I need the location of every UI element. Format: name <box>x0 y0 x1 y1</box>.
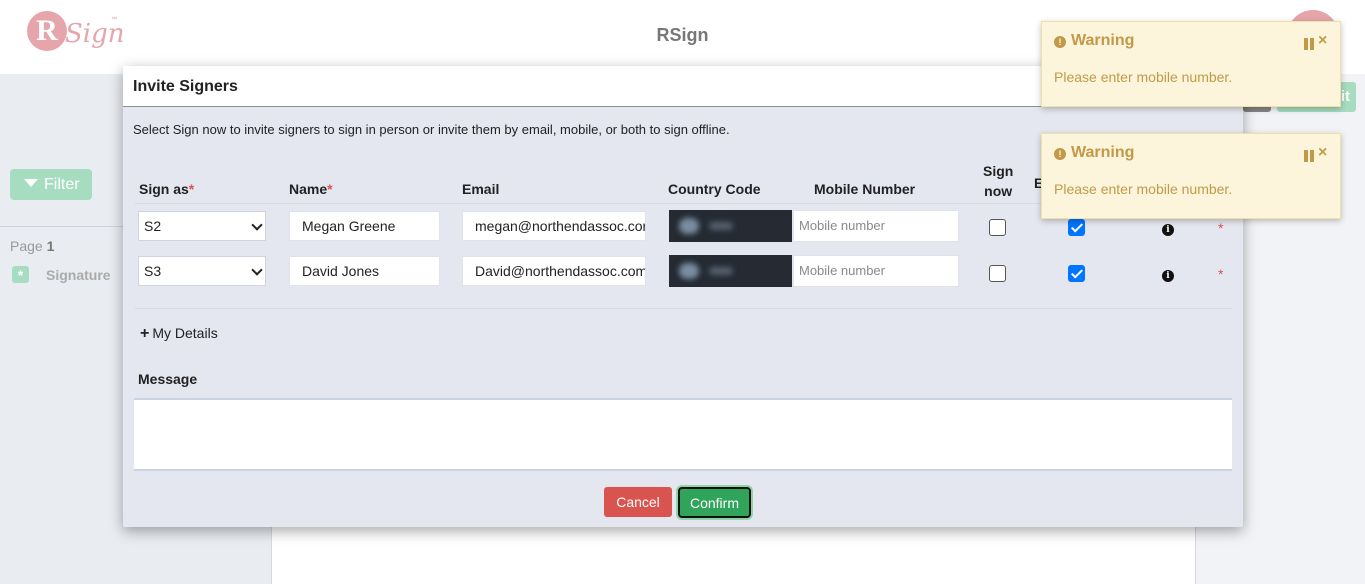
sign-as-select[interactable]: S2 <box>138 211 266 241</box>
signature-field-label[interactable]: Signature <box>46 267 111 283</box>
logo-trademark: ™ <box>111 17 117 23</box>
required-marker: * <box>327 181 333 197</box>
required-marker: * <box>188 181 195 197</box>
name-input[interactable]: Megan Greene <box>289 211 440 241</box>
close-icon[interactable]: × <box>1318 144 1327 162</box>
flag-icon <box>679 263 699 279</box>
toast-title: Warning <box>1071 32 1135 49</box>
confirm-button[interactable]: Confirm <box>678 487 751 518</box>
message-label: Message <box>138 371 198 387</box>
column-header-mobile-number: Mobile Number <box>814 181 916 197</box>
warning-icon: ! <box>1054 148 1066 160</box>
country-code-select[interactable] <box>669 210 792 242</box>
pause-icon[interactable] <box>1304 150 1315 162</box>
country-code-blurred <box>709 267 733 275</box>
column-header-sign-now: Sign now <box>983 161 1013 201</box>
cancel-button[interactable]: Cancel <box>604 487 672 517</box>
sign-as-label: Sign as <box>139 181 189 197</box>
modal-title: Invite Signers <box>133 78 238 95</box>
warning-icon: ! <box>1054 36 1066 48</box>
required-marker: * <box>1218 220 1224 236</box>
name-input[interactable]: David Jones <box>289 256 440 286</box>
mobile-number-input[interactable]: Mobile number <box>793 210 959 242</box>
filter-button[interactable]: Filter <box>10 169 92 200</box>
column-header-email: Email <box>462 181 500 197</box>
email-input[interactable]: megan@northendassoc.com <box>462 211 646 241</box>
info-icon[interactable]: i <box>1162 270 1174 282</box>
document-page <box>271 520 1196 584</box>
plus-icon: + <box>140 325 150 342</box>
required-marker: * <box>1218 266 1224 282</box>
email-checkbox[interactable] <box>1068 219 1085 236</box>
toast-title: Warning <box>1071 144 1135 161</box>
page-number: 1 <box>46 238 55 254</box>
table-body-divider <box>135 308 1232 309</box>
page-label: Page <box>10 238 43 254</box>
chevron-down-icon <box>251 264 263 276</box>
chevron-down-icon <box>251 219 263 231</box>
funnel-icon <box>24 179 38 187</box>
sign-as-value: S2 <box>144 218 162 234</box>
signature-icon[interactable]: * <box>12 266 29 283</box>
my-details-toggle[interactable]: + My Details <box>140 325 218 343</box>
sign-as-value: S3 <box>144 263 162 279</box>
sign-as-select[interactable]: S3 <box>138 256 266 286</box>
mobile-number-input[interactable]: Mobile number <box>793 255 959 287</box>
country-code-select[interactable] <box>669 255 792 287</box>
email-checkbox[interactable] <box>1068 265 1085 282</box>
flag-icon <box>679 218 699 234</box>
pause-icon[interactable] <box>1304 38 1315 50</box>
close-icon[interactable]: × <box>1318 32 1327 50</box>
email-input[interactable]: David@northendassoc.com <box>462 256 646 286</box>
column-header-country-code: Country Code <box>668 181 761 197</box>
name-label: Name <box>289 181 328 197</box>
column-header-sign-as: Sign as* <box>139 181 194 197</box>
warning-toast: ! Warning × Please enter mobile number. <box>1041 133 1341 219</box>
toast-message: Please enter mobile number. <box>1054 69 1233 85</box>
modal-intro-text: Select Sign now to invite signers to sig… <box>133 122 730 137</box>
sign-now-checkbox[interactable] <box>989 265 1006 282</box>
info-icon[interactable]: i <box>1162 224 1174 236</box>
my-details-label: My Details <box>152 325 218 341</box>
sign-now-checkbox[interactable] <box>989 219 1006 236</box>
column-header-name: Name* <box>289 181 333 197</box>
filter-button-label: Filter <box>44 176 80 193</box>
page-indicator: Page 1 <box>10 238 54 254</box>
sign-now-line-1: Sign <box>983 163 1014 179</box>
toast-message: Please enter mobile number. <box>1054 181 1233 197</box>
sign-now-line-2: now <box>984 183 1013 199</box>
message-textarea[interactable] <box>134 398 1232 471</box>
warning-toast: ! Warning × Please enter mobile number. <box>1041 21 1341 107</box>
country-code-blurred <box>709 222 733 230</box>
